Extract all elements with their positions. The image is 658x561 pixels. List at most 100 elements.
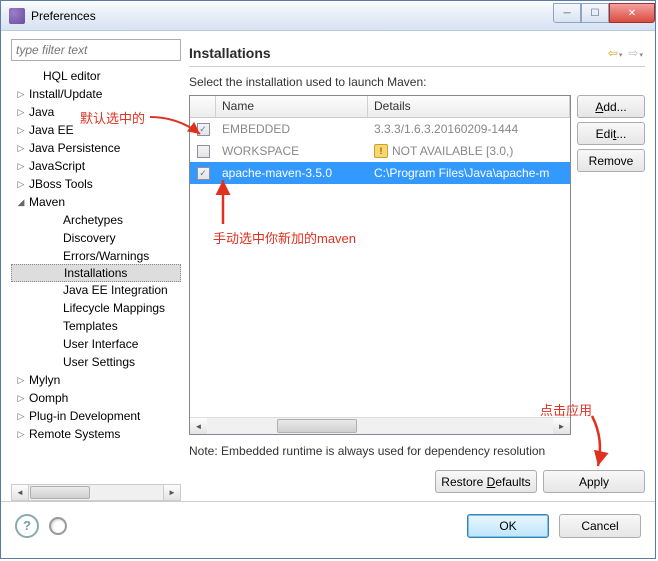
scroll-right-icon[interactable]: ►: [553, 418, 570, 434]
tree-item[interactable]: Discovery: [11, 229, 181, 247]
tree-item-label: Java EE: [29, 123, 74, 137]
tree-item-label: JBoss Tools: [29, 177, 93, 191]
preferences-window: Preferences ─ ☐ ✕ HQL editor▷Install/Upd…: [0, 0, 656, 559]
scroll-thumb[interactable]: [30, 486, 90, 499]
minimize-button[interactable]: ─: [553, 3, 581, 23]
cancel-button[interactable]: Cancel: [559, 514, 641, 538]
tree-item-label: Install/Update: [29, 87, 102, 101]
expand-icon[interactable]: ▷: [15, 89, 27, 100]
tree-item-label: Java: [29, 105, 54, 119]
tree-item-label: Templates: [63, 319, 118, 333]
scroll-thumb[interactable]: [277, 419, 357, 433]
checkbox[interactable]: ✓: [197, 123, 210, 136]
add-button[interactable]: Add...: [577, 95, 645, 118]
tree-item-label: Maven: [29, 195, 65, 209]
edit-button[interactable]: Edit...: [577, 122, 645, 145]
col-name[interactable]: Name: [216, 96, 368, 117]
table-row[interactable]: ✓ EMBEDDED3.3.3/1.6.3.20160209-1444: [190, 118, 570, 140]
tree-item[interactable]: Installations: [11, 264, 181, 282]
note-text: Note: Embedded runtime is always used fo…: [189, 443, 645, 460]
warning-icon: !: [374, 144, 388, 158]
tree-item[interactable]: ▷JavaScript: [11, 157, 181, 175]
cell-details: !NOT AVAILABLE [3.0,): [368, 144, 570, 158]
main-panel: Installations ⇦▾ ⇨▾ Select the installat…: [189, 39, 645, 501]
tree-item[interactable]: ◢Maven: [11, 193, 181, 211]
help-icon[interactable]: ?: [15, 514, 39, 538]
col-details[interactable]: Details: [368, 96, 570, 117]
expand-icon[interactable]: ▷: [15, 107, 27, 118]
tree-item[interactable]: Lifecycle Mappings: [11, 299, 181, 317]
sidebar-scrollbar[interactable]: ◄ ►: [11, 484, 181, 501]
tree-item[interactable]: ▷Oomph: [11, 389, 181, 407]
apply-button[interactable]: Apply: [543, 470, 645, 493]
nav-back-icon[interactable]: ⇦▾: [606, 46, 625, 60]
titlebar[interactable]: Preferences ─ ☐ ✕: [1, 1, 655, 31]
table-scrollbar[interactable]: ◄ ►: [190, 417, 570, 434]
tree-item[interactable]: ▷Java EE: [11, 121, 181, 139]
cell-details: C:\Program Files\Java\apache-m: [368, 166, 570, 180]
tree-item[interactable]: User Interface: [11, 335, 181, 353]
tree-item[interactable]: Errors/Warnings: [11, 247, 181, 265]
col-check[interactable]: [190, 96, 216, 117]
remove-button[interactable]: Remove: [577, 149, 645, 172]
tree-item[interactable]: Java EE Integration: [11, 281, 181, 299]
tree-item[interactable]: ▷Install/Update: [11, 85, 181, 103]
tree-item-label: Plug-in Development: [29, 409, 140, 423]
filter-input[interactable]: [11, 39, 181, 61]
tree-item[interactable]: ▷Java Persistence: [11, 139, 181, 157]
restore-defaults-button[interactable]: Restore Defaults: [435, 470, 537, 493]
dialog-footer: ? OK Cancel: [1, 501, 655, 549]
scroll-left-icon[interactable]: ◄: [190, 418, 207, 434]
tree-item-label: JavaScript: [29, 159, 85, 173]
expand-icon[interactable]: ▷: [15, 411, 27, 422]
tree-item-label: Discovery: [63, 231, 116, 245]
tree-item[interactable]: ▷Remote Systems: [11, 425, 181, 443]
tree-item-label: Java EE Integration: [63, 283, 168, 297]
tree-item-label: Errors/Warnings: [63, 249, 149, 263]
ok-button[interactable]: OK: [467, 514, 549, 538]
tree-item[interactable]: Templates: [11, 317, 181, 335]
page-description: Select the installation used to launch M…: [189, 75, 645, 89]
table-row[interactable]: ✓ apache-maven-3.5.0C:\Program Files\Java…: [190, 162, 570, 184]
nav-forward-icon[interactable]: ⇨▾: [626, 46, 645, 60]
expand-icon[interactable]: ▷: [15, 429, 27, 440]
expand-icon[interactable]: ▷: [15, 393, 27, 404]
expand-icon[interactable]: ▷: [15, 125, 27, 136]
tree-item-label: Archetypes: [63, 213, 123, 227]
tree-item-label: User Settings: [63, 355, 135, 369]
table-row[interactable]: WORKSPACE!NOT AVAILABLE [3.0,): [190, 140, 570, 162]
page-title: Installations: [189, 45, 606, 61]
tree-item[interactable]: User Settings: [11, 353, 181, 371]
expand-icon[interactable]: ▷: [15, 375, 27, 386]
tree-item[interactable]: ▷Java: [11, 103, 181, 121]
cell-name: WORKSPACE: [216, 144, 368, 158]
scroll-right-icon[interactable]: ►: [163, 485, 180, 500]
workspace-icon[interactable]: [49, 517, 67, 535]
tree-item[interactable]: ▷Plug-in Development: [11, 407, 181, 425]
tree-item-label: Mylyn: [29, 373, 60, 387]
preferences-tree[interactable]: HQL editor▷Install/Update▷Java▷Java EE▷J…: [11, 67, 181, 480]
cell-name: apache-maven-3.5.0: [216, 166, 368, 180]
tree-item[interactable]: HQL editor: [11, 67, 181, 85]
scroll-left-icon[interactable]: ◄: [12, 485, 29, 500]
tree-item[interactable]: ▷JBoss Tools: [11, 175, 181, 193]
expand-icon[interactable]: ▷: [15, 143, 27, 154]
tree-item-label: HQL editor: [43, 69, 101, 83]
tree-item[interactable]: Archetypes: [11, 211, 181, 229]
tree-item[interactable]: ▷Mylyn: [11, 371, 181, 389]
close-button[interactable]: ✕: [609, 3, 655, 23]
cell-details: 3.3.3/1.6.3.20160209-1444: [368, 122, 570, 136]
tree-item-label: Oomph: [29, 391, 68, 405]
window-title: Preferences: [31, 9, 553, 23]
checkbox[interactable]: [197, 145, 210, 158]
checkbox[interactable]: ✓: [197, 167, 210, 180]
expand-icon[interactable]: ▷: [15, 179, 27, 190]
app-icon: [9, 8, 25, 24]
expand-icon[interactable]: ◢: [15, 197, 27, 208]
tree-item-label: Remote Systems: [29, 427, 120, 441]
maximize-button[interactable]: ☐: [581, 3, 609, 23]
installations-table: Name Details ✓ EMBEDDED3.3.3/1.6.3.201602…: [189, 95, 571, 435]
sidebar: HQL editor▷Install/Update▷Java▷Java EE▷J…: [11, 39, 181, 501]
expand-icon[interactable]: ▷: [15, 161, 27, 172]
cell-name: EMBEDDED: [216, 122, 368, 136]
